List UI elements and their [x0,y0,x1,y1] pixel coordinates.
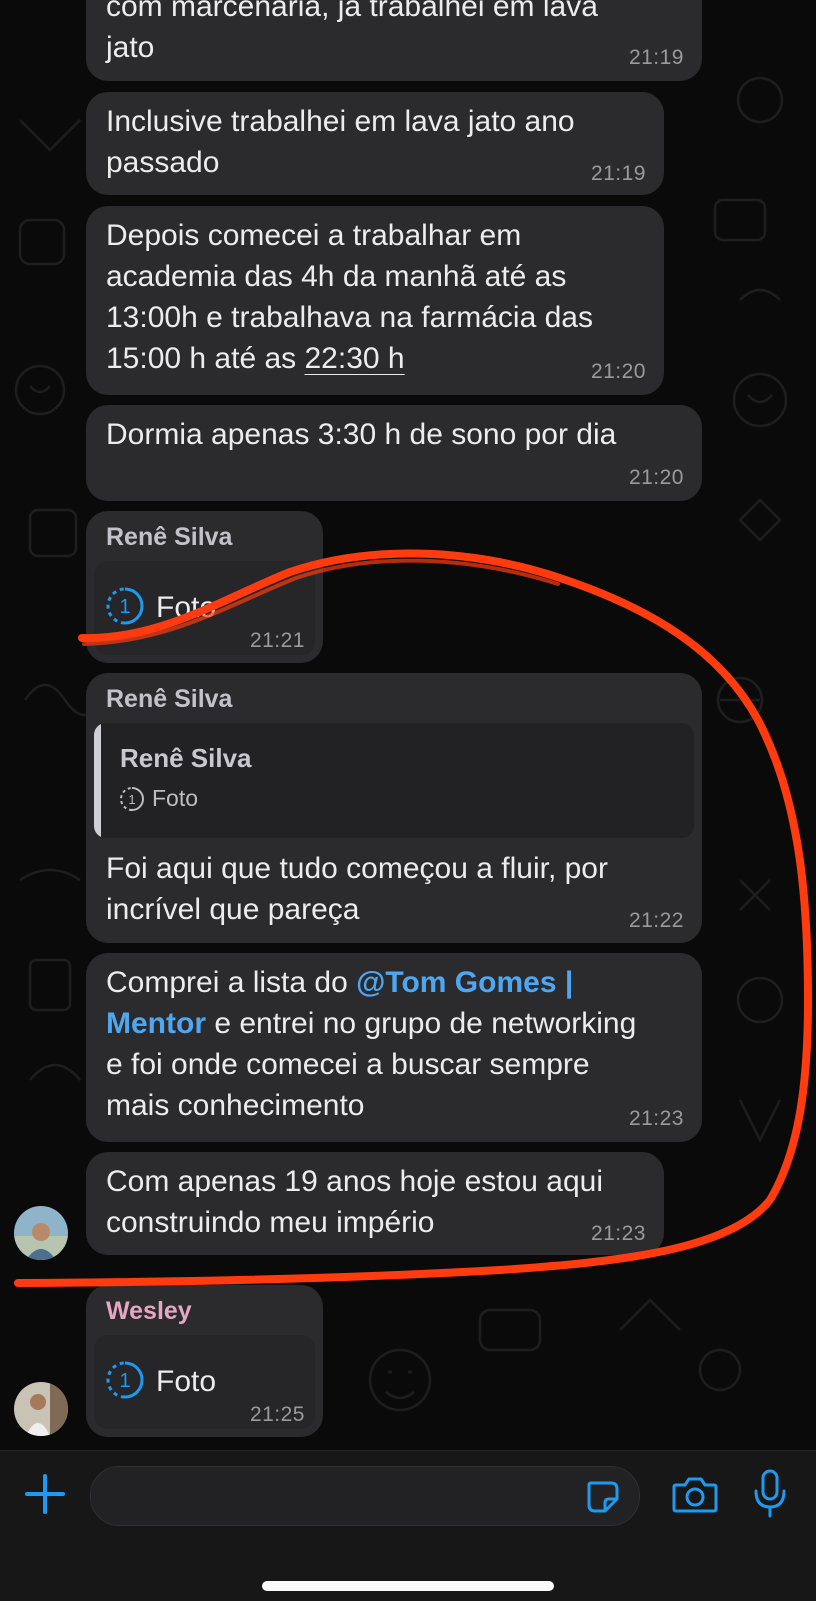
avatar[interactable] [14,1382,68,1436]
message-bubble[interactable]: Dormia apenas 3:30 h de sono por dia 21:… [86,405,702,501]
message-text: mais conhecimento [106,1089,365,1122]
message-text: jato [106,31,155,64]
message-time: 21:22 [628,909,684,932]
message-text-part: e entrei no grupo de networking [206,1007,637,1040]
message-text: incrível que pareça [106,893,360,926]
quoted-message[interactable]: Renê Silva 1 Foto [94,723,694,838]
view-once-icon: 1 [106,1361,144,1399]
view-once-count: 1 [119,1370,130,1392]
mention-link[interactable]: @Tom Gomes | [356,966,573,999]
plus-icon[interactable] [24,1473,66,1515]
photo-label: Foto [156,591,217,624]
view-once-count: 1 [119,596,130,618]
message-time: 21:23 [590,1222,646,1245]
message-input[interactable] [90,1466,640,1526]
avatar[interactable] [14,1206,68,1260]
message-time: 21:23 [628,1107,684,1130]
message-text: academia das 4h da manhã até as [106,260,567,293]
input-bar [0,1450,816,1601]
message-time: 21:20 [628,466,684,489]
message-text: Comprei a lista do @Tom Gomes | [106,962,573,1004]
message-text: com marcenaria, já trabalhei em lava [106,0,598,23]
quote-bar [94,723,101,838]
mention-link[interactable]: Mentor [106,1007,206,1040]
chat-area[interactable]: com marcenaria, já trabalhei em lava jat… [0,0,816,1450]
message-text: Inclusive trabalhei em lava jato ano [106,105,575,138]
message-time: 21:25 [249,1403,305,1426]
photo-message-bubble[interactable]: Renê Silva 1 Foto 21:21 [86,511,323,663]
message-text-part: Comprei a lista do [106,966,357,999]
message-text: Mentor e entrei no grupo de networking [106,1003,636,1045]
message-text: e foi onde comecei a buscar sempre [106,1048,590,1081]
quote-body: Foto [152,785,199,811]
message-text: Depois comecei a trabalhar em [106,219,522,252]
reply-message-bubble[interactable]: Renê Silva Renê Silva 1 Foto Foi aqui qu… [86,673,702,943]
view-once-photo[interactable]: 1 Foto 21:21 [94,561,315,655]
message-bubble[interactable]: Inclusive trabalhei em lava jato ano pas… [86,92,664,195]
time-link[interactable]: 22:30 h [305,342,405,375]
message-text: passado [106,146,220,179]
message-text-part: 15:00 h até as [106,342,305,375]
microphone-icon[interactable] [752,1469,788,1519]
message-time: 21:20 [590,360,646,383]
message-text: Com apenas 19 anos hoje estou aqui [106,1165,604,1198]
home-indicator[interactable] [262,1581,554,1591]
photo-message-bubble[interactable]: Wesley 1 Foto 21:25 [86,1285,323,1437]
message-text: Dormia apenas 3:30 h de sono por dia [106,418,617,451]
message-bubble[interactable]: Com apenas 19 anos hoje estou aqui const… [86,1152,664,1255]
camera-icon[interactable] [672,1475,718,1513]
message-text: construindo meu império [106,1206,435,1239]
message-bubble[interactable]: Depois comecei a trabalhar em academia d… [86,206,664,395]
quote-sender: Renê Silva [120,743,252,773]
message-text: 13:00h e trabalhava na farmácia das [106,301,593,334]
view-once-icon: 1 [120,787,144,811]
sticker-icon[interactable] [585,1479,621,1515]
message-time: 21:21 [249,629,305,652]
message-text: 15:00 h até as 22:30 h [106,338,405,380]
message-time: 21:19 [628,46,684,69]
view-once-icon: 1 [106,587,144,625]
sender-name: Renê Silva [106,523,233,551]
message-bubble[interactable]: com marcenaria, já trabalhei em lava jat… [86,0,702,81]
photo-label: Foto [156,1365,217,1398]
view-once-photo[interactable]: 1 Foto 21:25 [94,1335,315,1429]
message-bubble[interactable]: Comprei a lista do @Tom Gomes | Mentor e… [86,953,702,1142]
view-once-count: 1 [128,792,135,807]
sender-name: Wesley [106,1297,192,1325]
sender-name: Renê Silva [106,685,233,713]
message-text: Foi aqui que tudo começou a fluir, por [106,852,608,885]
message-time: 21:19 [590,162,646,185]
